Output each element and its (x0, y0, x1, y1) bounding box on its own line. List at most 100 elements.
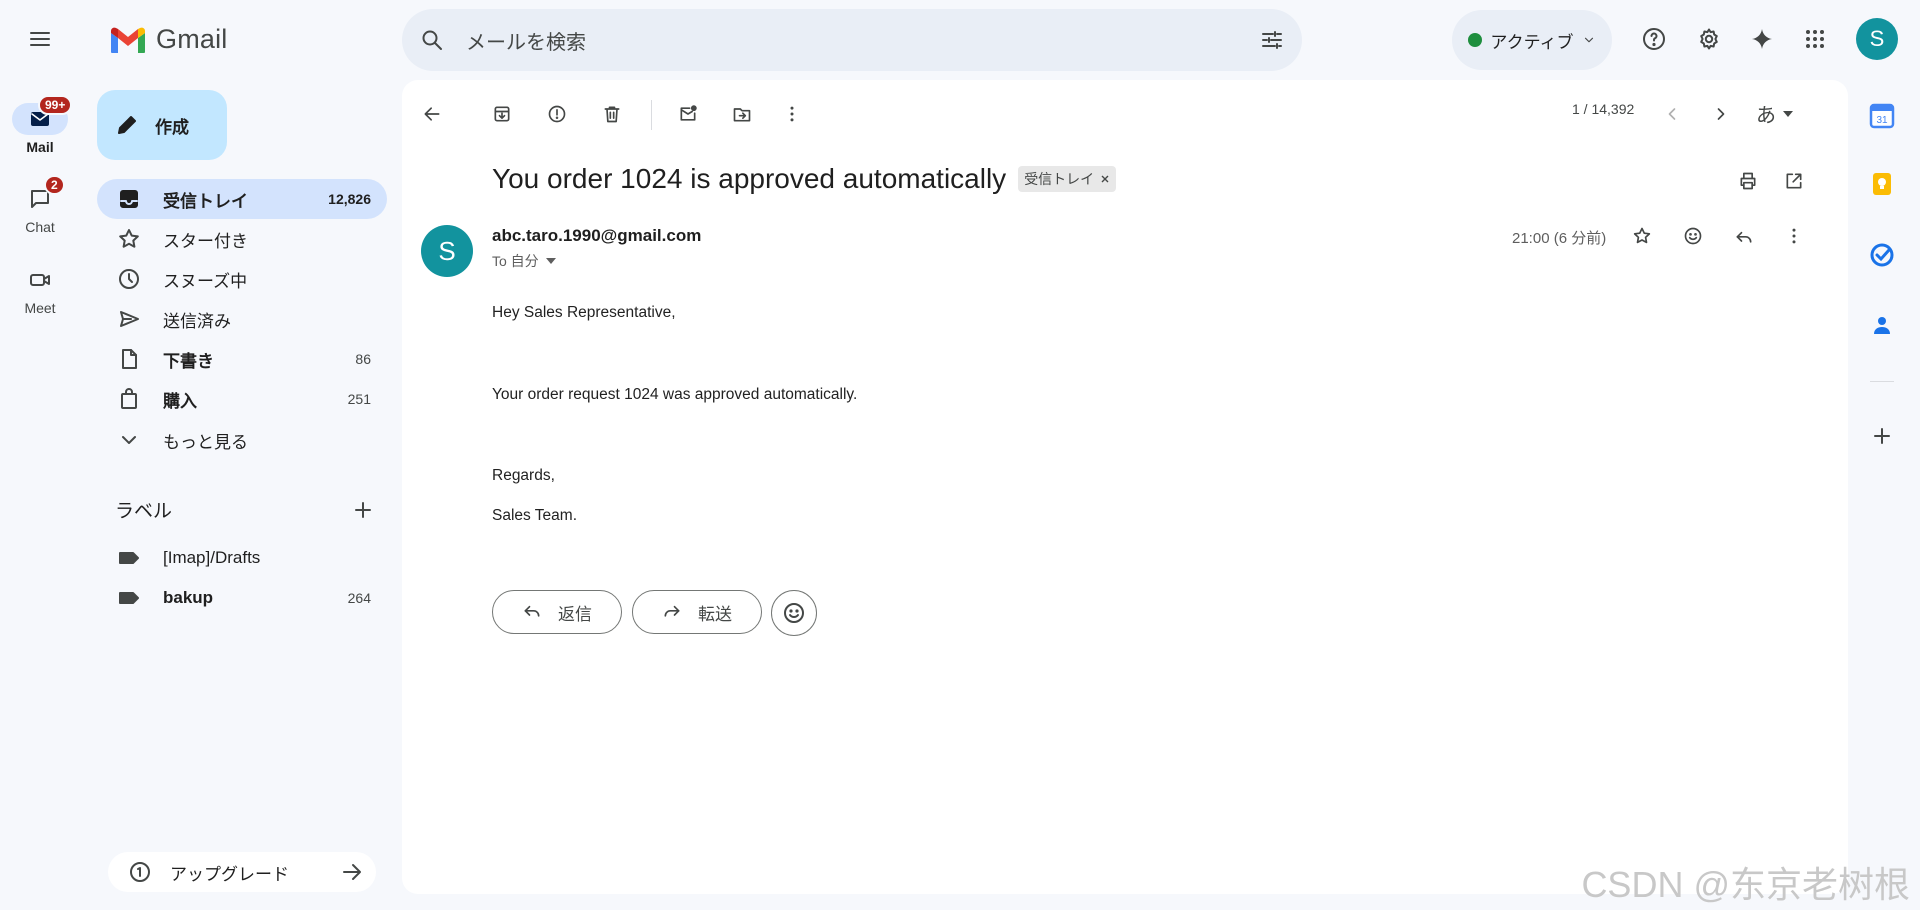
search-bar[interactable]: メールを検索 (402, 9, 1302, 71)
watermark: CSDN @东京老树根 (1581, 864, 1910, 905)
more-vert-icon (1784, 226, 1808, 250)
tasks-icon (1869, 242, 1895, 268)
move-to-button[interactable] (724, 96, 764, 136)
tasks-app-button[interactable] (1862, 235, 1902, 275)
rail-mail[interactable]: 99+ Mail (8, 95, 73, 155)
sender-avatar[interactable]: S (421, 225, 473, 277)
nav-label: 下書き (163, 351, 214, 371)
video-camera-icon (28, 268, 52, 292)
newer-button[interactable] (1654, 96, 1694, 136)
contacts-app-button[interactable] (1862, 305, 1902, 345)
rail-mail-pill[interactable]: 99+ (12, 95, 73, 135)
rail-mail-label: Mail (26, 139, 54, 155)
more-actions-button[interactable] (774, 96, 814, 136)
gear-icon (1697, 27, 1721, 51)
inbox-label-chip[interactable]: 受信トレイ (1018, 166, 1117, 192)
reply-icon (522, 600, 546, 624)
nav-item-sent[interactable]: 送信済み (97, 299, 387, 339)
recipient-row[interactable]: To 自分 (492, 251, 557, 271)
mail-badge: 99+ (38, 95, 73, 115)
rail-chat[interactable]: 2 Chat (8, 175, 72, 235)
older-button[interactable] (1703, 96, 1743, 136)
forward-label: 転送 (698, 604, 732, 624)
reply-icon (1734, 226, 1758, 250)
contacts-icon (1869, 312, 1895, 338)
toolbar-divider (651, 100, 652, 130)
labels-header: ラベル (115, 496, 375, 523)
input-tools-button[interactable]: あ (1756, 99, 1794, 128)
gmail-m-icon (108, 25, 148, 55)
apps-button[interactable] (1795, 19, 1835, 59)
mark-unread-icon (678, 104, 702, 128)
forward-button[interactable]: 転送 (632, 590, 762, 634)
nav-item-starred[interactable]: スター付き (97, 219, 387, 259)
rail-meet[interactable]: Meet (8, 264, 72, 316)
star-button[interactable] (1624, 218, 1664, 258)
main-menu-button[interactable] (20, 19, 60, 59)
inbox-icon (117, 187, 141, 211)
close-icon[interactable] (1100, 174, 1110, 184)
report-icon (547, 104, 571, 128)
upgrade-badge-icon (128, 860, 152, 884)
more-vert-icon (782, 104, 806, 128)
gemini-button[interactable] (1742, 19, 1782, 59)
body-line-content: Your order request 1024 was approved aut… (492, 386, 858, 403)
settings-button[interactable] (1689, 19, 1729, 59)
upgrade-label: アップグレード (170, 864, 289, 884)
back-button[interactable] (414, 96, 454, 136)
help-button[interactable] (1634, 19, 1674, 59)
plus-icon (1870, 424, 1894, 448)
search-options-icon[interactable] (1260, 28, 1284, 52)
calendar-app-button[interactable]: 31 (1862, 96, 1902, 136)
arrow-back-icon (422, 104, 446, 128)
upgrade-button[interactable]: アップグレード (108, 852, 376, 892)
label-icon (117, 546, 141, 570)
nav-item-snoozed[interactable]: スヌーズ中 (97, 259, 387, 299)
search-icon[interactable] (420, 28, 444, 52)
message-more-button[interactable] (1776, 218, 1816, 258)
caret-down-icon[interactable] (545, 255, 557, 267)
reply-button[interactable]: 返信 (492, 590, 622, 634)
label-item-imap-drafts[interactable]: [Imap]/Drafts (97, 538, 387, 578)
pager-label: 1 / 14,392 (1572, 101, 1635, 117)
reply-label: 返信 (558, 604, 592, 624)
sender-email[interactable]: abc.taro.1990@gmail.com (492, 226, 701, 246)
svg-text:31: 31 (1876, 115, 1888, 126)
mark-unread-button[interactable] (670, 96, 710, 136)
compose-button[interactable]: 作成 (97, 90, 227, 160)
keep-app-button[interactable] (1862, 164, 1902, 204)
trash-icon (602, 104, 626, 128)
add-label-icon[interactable] (351, 498, 375, 522)
forward-icon (662, 600, 686, 624)
open-new-window-button[interactable] (1776, 163, 1816, 203)
nav-item-drafts[interactable]: 下書き 86 (97, 339, 387, 379)
gmail-logo[interactable]: Gmail (108, 24, 228, 55)
status-selector[interactable]: アクティブ (1452, 10, 1612, 70)
nav-label: スヌーズ中 (163, 271, 248, 291)
open-in-new-icon (1784, 171, 1808, 195)
nav-item-more[interactable]: もっと見る (97, 420, 387, 460)
emoji-reaction-button[interactable] (771, 590, 817, 636)
pencil-icon (115, 113, 139, 137)
reply-icon-button[interactable] (1726, 218, 1766, 258)
gmail-logo-text: Gmail (156, 24, 228, 54)
nav-item-purchases[interactable]: 購入 251 (97, 379, 387, 419)
send-icon (117, 307, 141, 331)
rail-meet-pill[interactable] (12, 264, 68, 296)
emoji-icon (1683, 226, 1707, 250)
get-addons-button[interactable] (1862, 416, 1902, 456)
caret-down-icon (1782, 108, 1794, 120)
add-reaction-button[interactable] (1675, 218, 1715, 258)
delete-button[interactable] (594, 96, 634, 136)
rail-chat-pill[interactable]: 2 (12, 175, 68, 215)
nav-label: 購入 (163, 391, 197, 411)
nav-item-inbox[interactable]: 受信トレイ 12,826 (97, 179, 387, 219)
print-button[interactable] (1730, 163, 1770, 203)
chevron-right-icon (1711, 104, 1735, 128)
label-item-bakup[interactable]: bakup 264 (97, 578, 387, 618)
search-input[interactable]: メールを検索 (466, 26, 1260, 55)
report-spam-button[interactable] (539, 96, 579, 136)
keep-icon (1869, 171, 1895, 197)
archive-button[interactable] (484, 96, 524, 136)
account-avatar[interactable]: S (1856, 18, 1898, 60)
